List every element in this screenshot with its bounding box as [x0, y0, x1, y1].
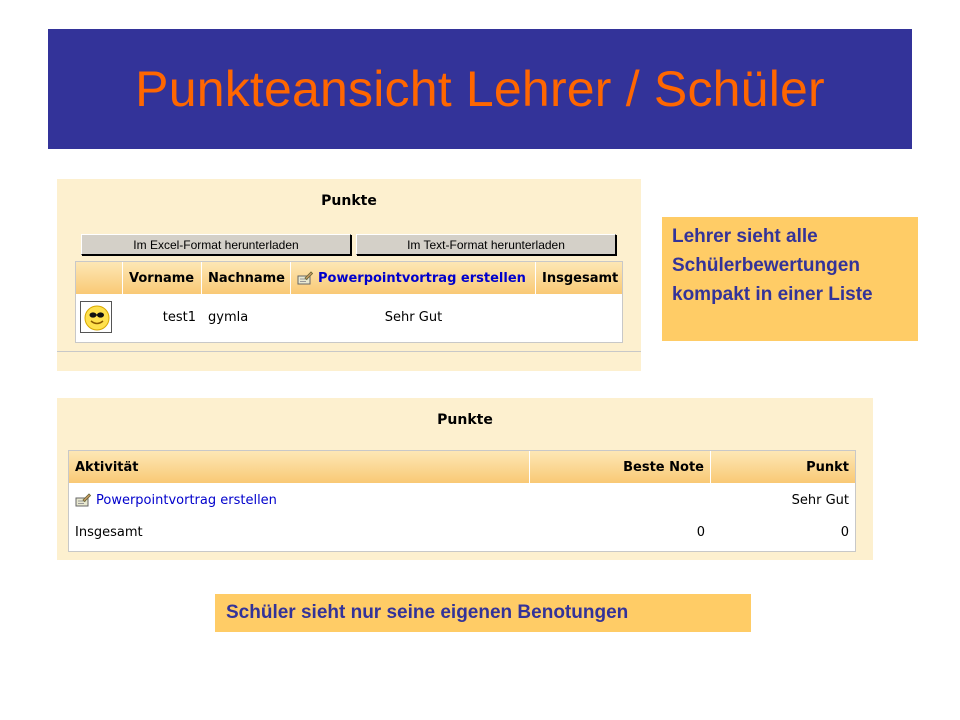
student-grade-table: Aktivität Beste Note Punkt Powerpointvor… — [68, 450, 856, 552]
activity-link[interactable]: Powerpointvortrag erstellen — [96, 493, 277, 508]
teacher-grade-table: Vorname Nachname Powerpointvortrag erste… — [75, 261, 623, 343]
cell-best-grade — [530, 485, 711, 515]
cell-firstname[interactable]: test1 — [123, 297, 202, 337]
avatar[interactable] — [80, 301, 112, 333]
column-header-points: Punkt — [806, 459, 849, 475]
student-grade-panel: Punkte Aktivität Beste Note Punkt Powerp… — [57, 398, 873, 560]
avatar-column-header — [76, 262, 123, 294]
teacher-note: Lehrer sieht alle Schülerbewertungen kom… — [662, 217, 918, 341]
student-panel-heading: Punkte — [437, 412, 493, 428]
slide-title: Punkteansicht Lehrer / Schüler — [135, 61, 825, 117]
column-header-lastname[interactable]: Nachname — [202, 262, 291, 294]
table-row: Powerpointvortrag erstellen Sehr Gut — [69, 485, 855, 515]
table-row: test1 gymla Sehr Gut — [76, 297, 622, 337]
cell-activity-grade: Sehr Gut — [384, 309, 443, 325]
student-note: Schüler sieht nur seine eigenen Benotung… — [215, 594, 751, 632]
download-text-button[interactable]: Im Text-Format herunterladen — [356, 234, 616, 255]
cell-total-label: Insgesamt — [75, 524, 143, 540]
smiley-sunglasses-icon — [84, 305, 110, 331]
table-row: Insgesamt 0 0 — [69, 517, 855, 547]
column-header-firstname[interactable]: Vorname — [123, 262, 202, 294]
panel-divider — [57, 351, 641, 352]
download-excel-button[interactable]: Im Excel-Format herunterladen — [81, 234, 351, 255]
teacher-panel-heading: Punkte — [321, 193, 377, 209]
cell-points: Sehr Gut — [791, 492, 849, 508]
cell-best-grade: 0 — [696, 524, 705, 540]
activity-link[interactable]: Powerpointvortrag erstellen — [318, 271, 526, 286]
table-header-row: Vorname Nachname Powerpointvortrag erste… — [76, 262, 622, 294]
column-header-total[interactable]: Insgesamt — [536, 262, 620, 294]
assignment-icon — [75, 493, 91, 507]
column-header-activity: Aktivität — [69, 451, 530, 483]
avatar-cell — [76, 297, 123, 337]
cell-total — [536, 297, 620, 337]
column-header-best-grade: Beste Note — [530, 451, 711, 483]
column-header-activity[interactable]: Powerpointvortrag erstellen — [291, 262, 536, 294]
table-header-row: Aktivität Beste Note Punkt — [69, 451, 855, 483]
cell-points: 0 — [840, 524, 849, 540]
assignment-icon — [297, 271, 313, 285]
slide-title-bar: Punkteansicht Lehrer / Schüler — [48, 29, 912, 149]
cell-activity[interactable]: Powerpointvortrag erstellen — [69, 485, 530, 515]
teacher-grade-panel: Punkte Im Excel-Format herunterladen Im … — [57, 179, 641, 371]
cell-lastname: gymla — [208, 309, 249, 325]
